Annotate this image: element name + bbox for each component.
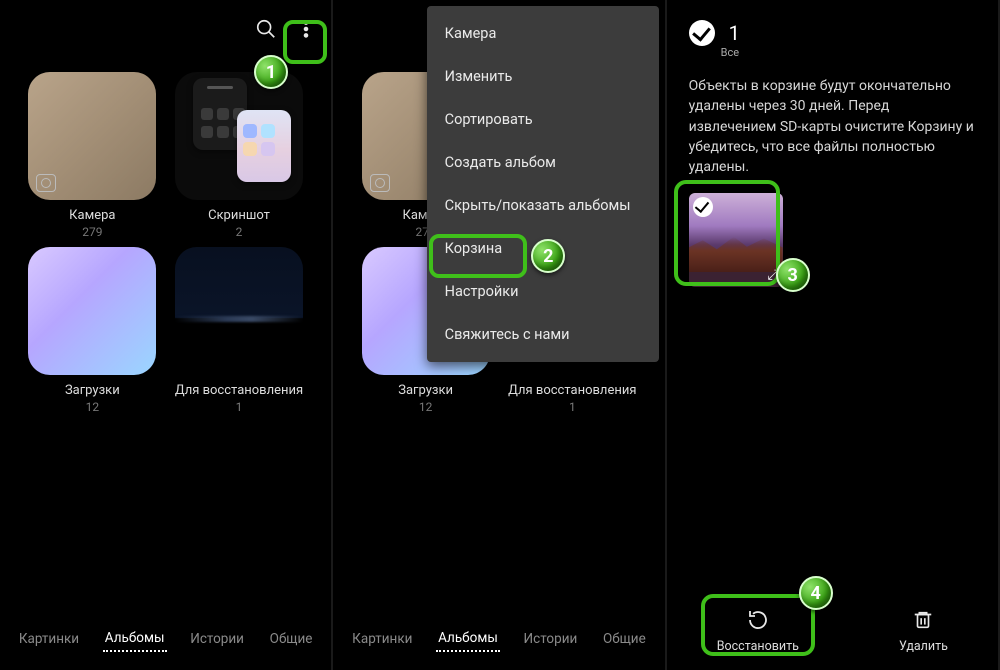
trash-actions: Восстановить Удалить: [667, 599, 998, 658]
restore-icon: [745, 607, 771, 633]
bottom-nav: Картинки Альбомы Истории Общие: [0, 614, 331, 670]
overflow-menu: Камера Изменить Сортировать Создать альб…: [427, 6, 659, 362]
callout-1: 1: [254, 55, 288, 89]
album-name: Камера: [69, 208, 115, 223]
album-name: Загрузки: [398, 383, 453, 398]
delete-label: Удалить: [899, 639, 948, 654]
tab-albums[interactable]: Альбомы: [103, 626, 167, 652]
callout-4: 4: [799, 576, 833, 610]
camera-icon: [36, 174, 56, 192]
album-name: Загрузки: [65, 383, 120, 398]
menu-create-album[interactable]: Создать альбом: [427, 141, 659, 184]
menu-camera[interactable]: Камера: [427, 12, 659, 55]
tab-shared[interactable]: Общие: [601, 627, 648, 651]
trash-message: Объекты в корзине будут окончательно уда…: [667, 48, 998, 187]
panel-trash: 1 Все Объекты в корзине будут окончатель…: [667, 0, 1000, 670]
album-count: 1: [236, 400, 243, 414]
album-name: Для восстановления: [175, 383, 303, 398]
tab-albums[interactable]: Альбомы: [436, 626, 500, 652]
more-icon[interactable]: [295, 18, 317, 40]
album-thumb: [175, 72, 303, 200]
album-name: Для восстановления: [508, 383, 636, 398]
restore-button[interactable]: Восстановить: [707, 599, 809, 658]
album-screenshot[interactable]: Скриншот 2: [171, 72, 308, 239]
topbar: [0, 0, 331, 58]
selected-count: 1: [729, 21, 740, 45]
album-count: 2: [236, 225, 243, 239]
album-downloads[interactable]: Загрузки 12: [24, 247, 161, 414]
album-restore[interactable]: Для восстановления 1: [171, 247, 308, 414]
trash-thumb[interactable]: ⤢: [689, 193, 783, 287]
tab-pictures[interactable]: Картинки: [350, 627, 414, 651]
album-count: 12: [86, 400, 100, 414]
album-thumb: [28, 247, 156, 375]
tab-stories[interactable]: Истории: [522, 627, 580, 651]
tab-pictures[interactable]: Картинки: [17, 627, 81, 651]
restore-label: Восстановить: [717, 639, 799, 654]
menu-settings[interactable]: Настройки: [427, 270, 659, 313]
tab-stories[interactable]: Истории: [188, 627, 246, 651]
check-icon: [693, 197, 713, 217]
album-camera[interactable]: Камера 279: [24, 72, 161, 239]
album-thumb: [28, 72, 156, 200]
panel-albums-1: Камера 279 Скриншот 2 Загрузки 12 Для во…: [0, 0, 333, 670]
menu-hide-show[interactable]: Скрыть/показать альбомы: [427, 184, 659, 227]
album-thumb: [175, 247, 303, 375]
camera-icon: [370, 174, 390, 192]
callout-3: 3: [776, 258, 810, 292]
album-count: 1: [569, 400, 576, 414]
album-grid: Камера 279 Скриншот 2 Загрузки 12 Для во…: [0, 58, 331, 614]
trash-icon: [910, 607, 936, 633]
album-count: 279: [82, 225, 102, 239]
delete-button[interactable]: Удалить: [889, 599, 958, 658]
tab-shared[interactable]: Общие: [268, 627, 315, 651]
select-all-check-icon[interactable]: [689, 20, 715, 46]
album-name: Скриншот: [208, 208, 270, 223]
menu-edit[interactable]: Изменить: [427, 55, 659, 98]
trash-header: 1 Все: [667, 0, 998, 48]
bottom-nav: Картинки Альбомы Истории Общие: [333, 614, 664, 670]
album-count: 12: [419, 400, 433, 414]
menu-contact[interactable]: Свяжитесь с нами: [427, 313, 659, 356]
panel-albums-2: Камера 279 Скриншот 2 Загрузки 12 Для во…: [333, 0, 666, 670]
menu-sort[interactable]: Сортировать: [427, 98, 659, 141]
search-icon[interactable]: [255, 18, 277, 40]
selected-sub: Все: [721, 46, 739, 59]
